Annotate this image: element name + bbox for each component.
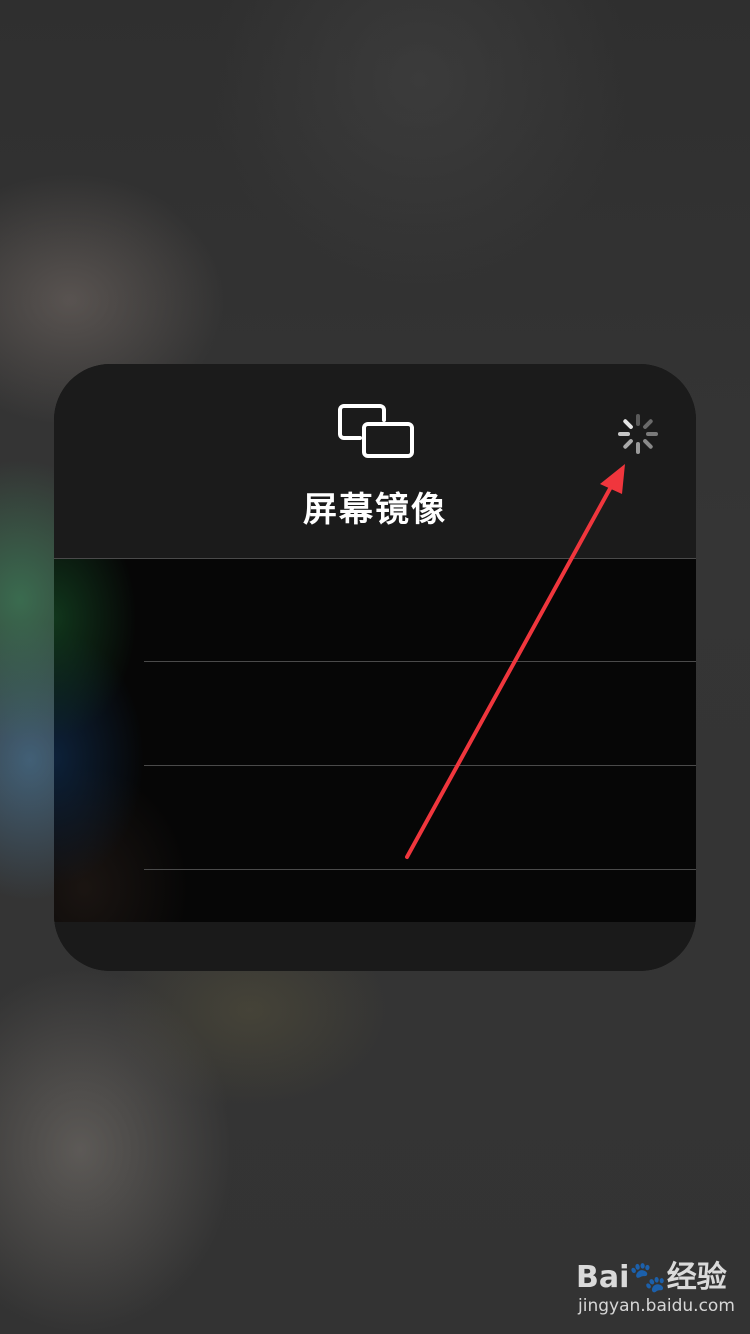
device-list xyxy=(54,558,696,922)
panel-footer xyxy=(54,922,696,971)
loading-spinner-icon xyxy=(618,414,658,454)
separator xyxy=(144,661,696,662)
device-row[interactable] xyxy=(54,766,696,869)
separator xyxy=(54,558,696,559)
separator xyxy=(144,765,696,766)
screen-mirroring-panel: 屏幕镜像 xyxy=(54,364,696,971)
device-row[interactable] xyxy=(54,558,696,661)
device-row[interactable] xyxy=(54,662,696,765)
screen-mirroring-icon xyxy=(338,404,414,458)
baidu-jingyan-watermark: Bai🐾经验 jingyan.baidu.com xyxy=(576,1252,736,1322)
panel-header: 屏幕镜像 xyxy=(54,364,696,558)
watermark-logo: Bai🐾经验 xyxy=(576,1260,727,1295)
watermark-url: jingyan.baidu.com xyxy=(578,1296,735,1316)
separator xyxy=(144,869,696,870)
panel-title: 屏幕镜像 xyxy=(303,490,447,530)
